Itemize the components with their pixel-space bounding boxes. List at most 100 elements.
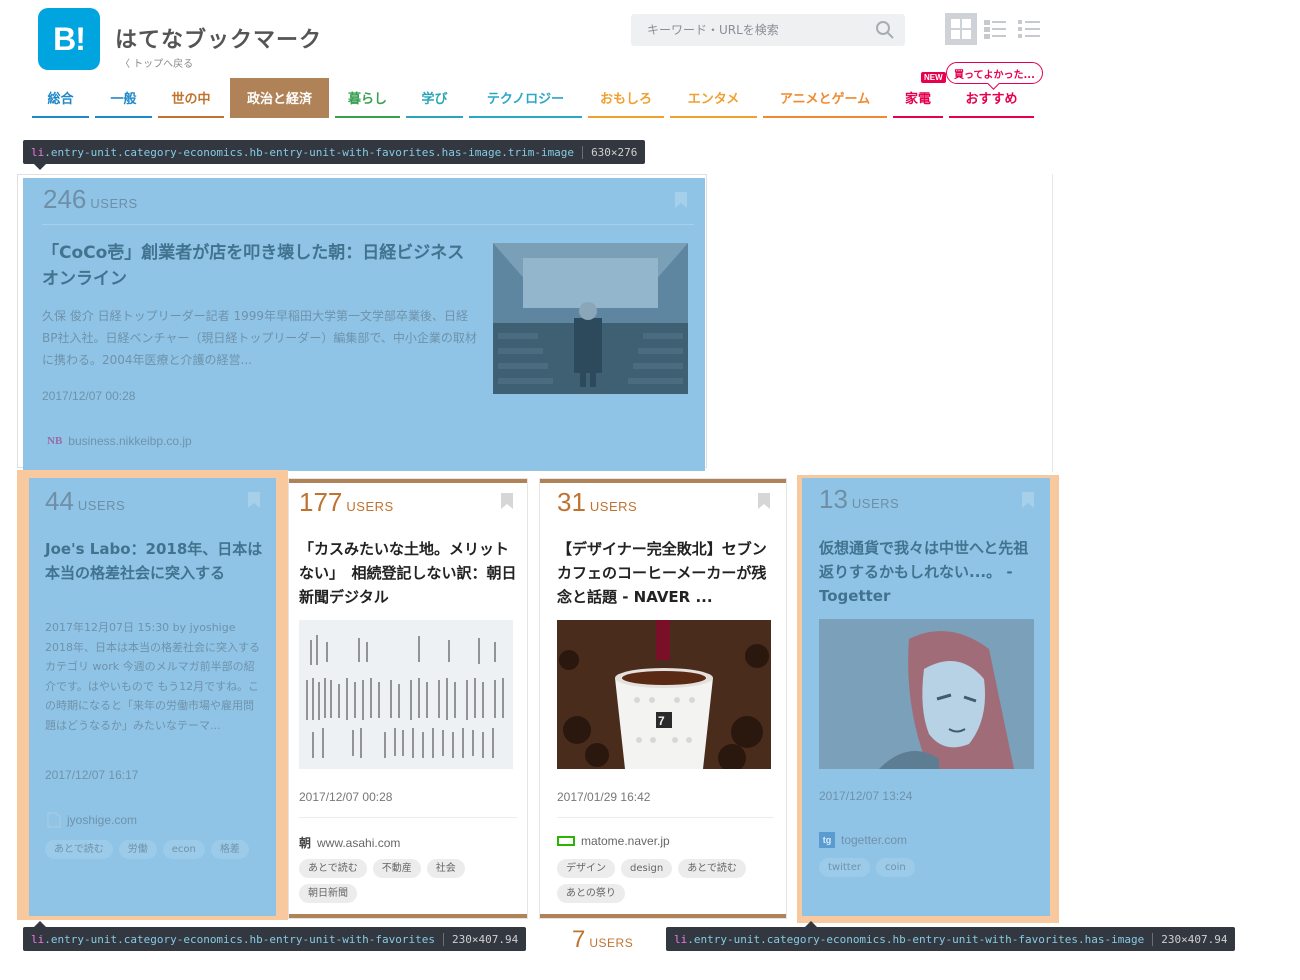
entry-title[interactable]: 仮想通貨で我々は中世へと先祖返りするかもしれない...。 - Togetter (819, 536, 1041, 608)
devtools-tooltip-bottom-left: li.entry-unit.category-economics.hb-entr… (23, 921, 527, 951)
devtools-tooltip-top: li.entry-unit.category-economics.hb-entr… (23, 140, 646, 170)
tag[interactable]: 社会 (426, 859, 465, 878)
list-image-view-button[interactable] (979, 13, 1011, 45)
entry-thumbnail[interactable]: 7 (557, 620, 771, 769)
site-title[interactable]: はてなブックマーク (115, 22, 322, 54)
tooltip-size: 230×407.94 (442, 932, 518, 946)
nav-item-entertainment[interactable]: エンタメ (670, 78, 757, 118)
entry-title[interactable]: 「CoCo壱」創業者が店を叩き壊した朝：日経ビジネスオンライン (42, 240, 472, 292)
hatena-bookmark-logo[interactable]: B! (38, 8, 100, 70)
tooltip-tag: li (31, 932, 45, 946)
entry-date: 2017/12/07 16:17 (45, 768, 139, 782)
users-count: 13 USERS (819, 484, 900, 514)
nav-item-general-all[interactable]: 総合 (32, 78, 89, 118)
entry-card[interactable]: 177 USERS 「カスみたいな土地。メリットない」 相続登記しない訳：朝日新聞… (288, 478, 528, 919)
entry-card[interactable]: 13 USERS 仮想通貨で我々は中世へと先祖返りするかもしれない...。 - T… (802, 478, 1050, 916)
tag[interactable]: econ (162, 840, 205, 859)
entry-description: 2017年12月07日 15:30 by jyoshige 2018年、日本は本… (45, 621, 260, 732)
entry-thumbnail[interactable] (493, 243, 688, 394)
tag[interactable]: design (621, 859, 673, 878)
users-count: 31 USERS (557, 487, 638, 517)
tooltip-size: 230×407.94 (1152, 932, 1227, 946)
tooltip-selector: .entry-unit.category-economics.hb-entry-… (44, 145, 575, 159)
nav-item-social[interactable]: 世の中 (158, 78, 224, 118)
page-icon (47, 812, 61, 828)
list-view-icon (1018, 20, 1040, 38)
tooltip-tag: li (674, 932, 688, 946)
tag[interactable]: あとで読む (678, 859, 746, 878)
tag[interactable]: あとの祭り (557, 884, 625, 903)
search-input[interactable] (631, 14, 861, 46)
users-count: 44 USERS (45, 486, 126, 516)
recommend-bubble[interactable]: 買ってよかった... (946, 62, 1043, 84)
entry-date: 2017/12/07 13:24 (819, 789, 913, 803)
tag[interactable]: twitter (819, 858, 870, 877)
entry-date: 2017/12/07 00:28 (299, 790, 393, 804)
tag[interactable]: あとで読む (45, 840, 113, 859)
search-box (631, 14, 905, 46)
tooltip-size: 630×276 (582, 145, 637, 159)
list-view-button[interactable] (1013, 13, 1045, 45)
entry-card[interactable]: 44 USERS Joe's Labo：2018年、日本は本当の格差社会に突入する… (29, 478, 276, 916)
nav-item-general[interactable]: 一般 (95, 78, 152, 118)
entry-thumbnail[interactable] (819, 619, 1034, 769)
tag[interactable]: 朝日新聞 (299, 884, 357, 903)
entry-description: 久保 俊介 日経トップリーダー記者 1999年早稲田大学第一文学部卒業後、日経B… (42, 309, 477, 367)
bookmark-icon[interactable] (758, 493, 770, 509)
site-favicon: NB (47, 435, 63, 447)
tag-list: あとで読む 労働 econ 格差 (45, 840, 265, 859)
tag-list: twitter coin (819, 858, 1041, 877)
tag[interactable]: 労働 (118, 840, 157, 859)
nav-item-knowledge[interactable]: 学び (406, 78, 463, 118)
grid-view-icon (951, 19, 971, 39)
nav-item-economics[interactable]: 政治と経済 (230, 78, 329, 118)
entry-domain[interactable]: NB business.nikkeibp.co.jp (47, 434, 192, 448)
entry-thumbnail[interactable] (299, 620, 513, 769)
entry-domain[interactable]: matome.naver.jp (557, 834, 670, 848)
entry-date: 2017/01/29 16:42 (557, 790, 651, 804)
entry-title[interactable]: 「カスみたいな土地。メリットない」 相続登記しない訳：朝日新聞デジタル (299, 537, 521, 609)
site-favicon: 朝 (299, 836, 312, 850)
devtools-tooltip-bottom-right: li.entry-unit.category-economics.hb-entr… (666, 921, 1236, 951)
bookmark-icon[interactable] (675, 192, 687, 208)
bookmark-icon[interactable] (1022, 492, 1034, 508)
next-entry-users: 7 USERS (572, 926, 634, 953)
nav-item-fun[interactable]: おもしろ (588, 78, 664, 118)
nav-item-appliances[interactable]: 家電 (893, 78, 943, 118)
nav-item-it[interactable]: テクノロジー (469, 78, 582, 118)
grid-view-button[interactable] (945, 13, 977, 45)
tag-list: あとで読む 不動産 社会 朝日新聞 (299, 859, 521, 903)
tooltip-selector: .entry-unit.category-economics.hb-entry-… (44, 932, 435, 946)
entry-title[interactable]: 【デザイナー完全敗北】セブンカフェのコーヒーメーカーが残念と話題 - NAVER… (557, 537, 779, 609)
list-image-view-icon (984, 20, 1006, 39)
tooltip-tag: li (31, 145, 45, 159)
users-count: 177 USERS (299, 487, 394, 517)
bookmark-icon[interactable] (248, 492, 260, 508)
site-favicon: tg (819, 832, 835, 848)
tag[interactable]: あとで読む (299, 859, 367, 878)
svg-text:7: 7 (658, 714, 665, 728)
naver-favicon (557, 836, 575, 846)
entry-domain[interactable]: 朝 www.asahi.com (299, 834, 400, 851)
entry-date: 2017/12/07 00:28 (42, 389, 136, 403)
view-mode-switcher (945, 13, 1045, 45)
entry-domain[interactable]: jyoshige.com (47, 812, 137, 828)
tooltip-selector: .entry-unit.category-economics.hb-entry-… (687, 932, 1145, 946)
users-count: 246 USERS (43, 184, 138, 214)
back-to-top-link[interactable]: 〈 トップへ戻る (120, 55, 193, 70)
tag[interactable]: 不動産 (372, 859, 421, 878)
entry-title[interactable]: Joe's Labo：2018年、日本は本当の格差社会に突入する (45, 537, 263, 585)
bookmark-icon[interactable] (501, 493, 513, 509)
category-nav: 総合 一般 世の中 政治と経済 暮らし 学び テクノロジー おもしろ エンタメ … (32, 78, 1052, 118)
tag[interactable]: 格差 (210, 840, 249, 859)
nav-item-life[interactable]: 暮らし (335, 78, 400, 118)
grid-empty-space (707, 174, 1053, 472)
entry-card-featured[interactable]: 246 USERS 「CoCo壱」創業者が店を叩き壊した朝：日経ビジネスオンライン… (23, 178, 705, 471)
tag-list: デザイン design あとで読む あとの祭り (557, 859, 779, 903)
tag[interactable]: coin (875, 858, 915, 877)
entry-card[interactable]: 31 USERS 【デザイナー完全敗北】セブンカフェのコーヒーメーカーが残念と話題… (539, 478, 787, 919)
entry-domain[interactable]: tg togetter.com (819, 832, 907, 848)
search-icon[interactable] (875, 20, 895, 40)
nav-item-game[interactable]: アニメとゲーム (763, 78, 887, 118)
tag[interactable]: デザイン (557, 859, 615, 878)
